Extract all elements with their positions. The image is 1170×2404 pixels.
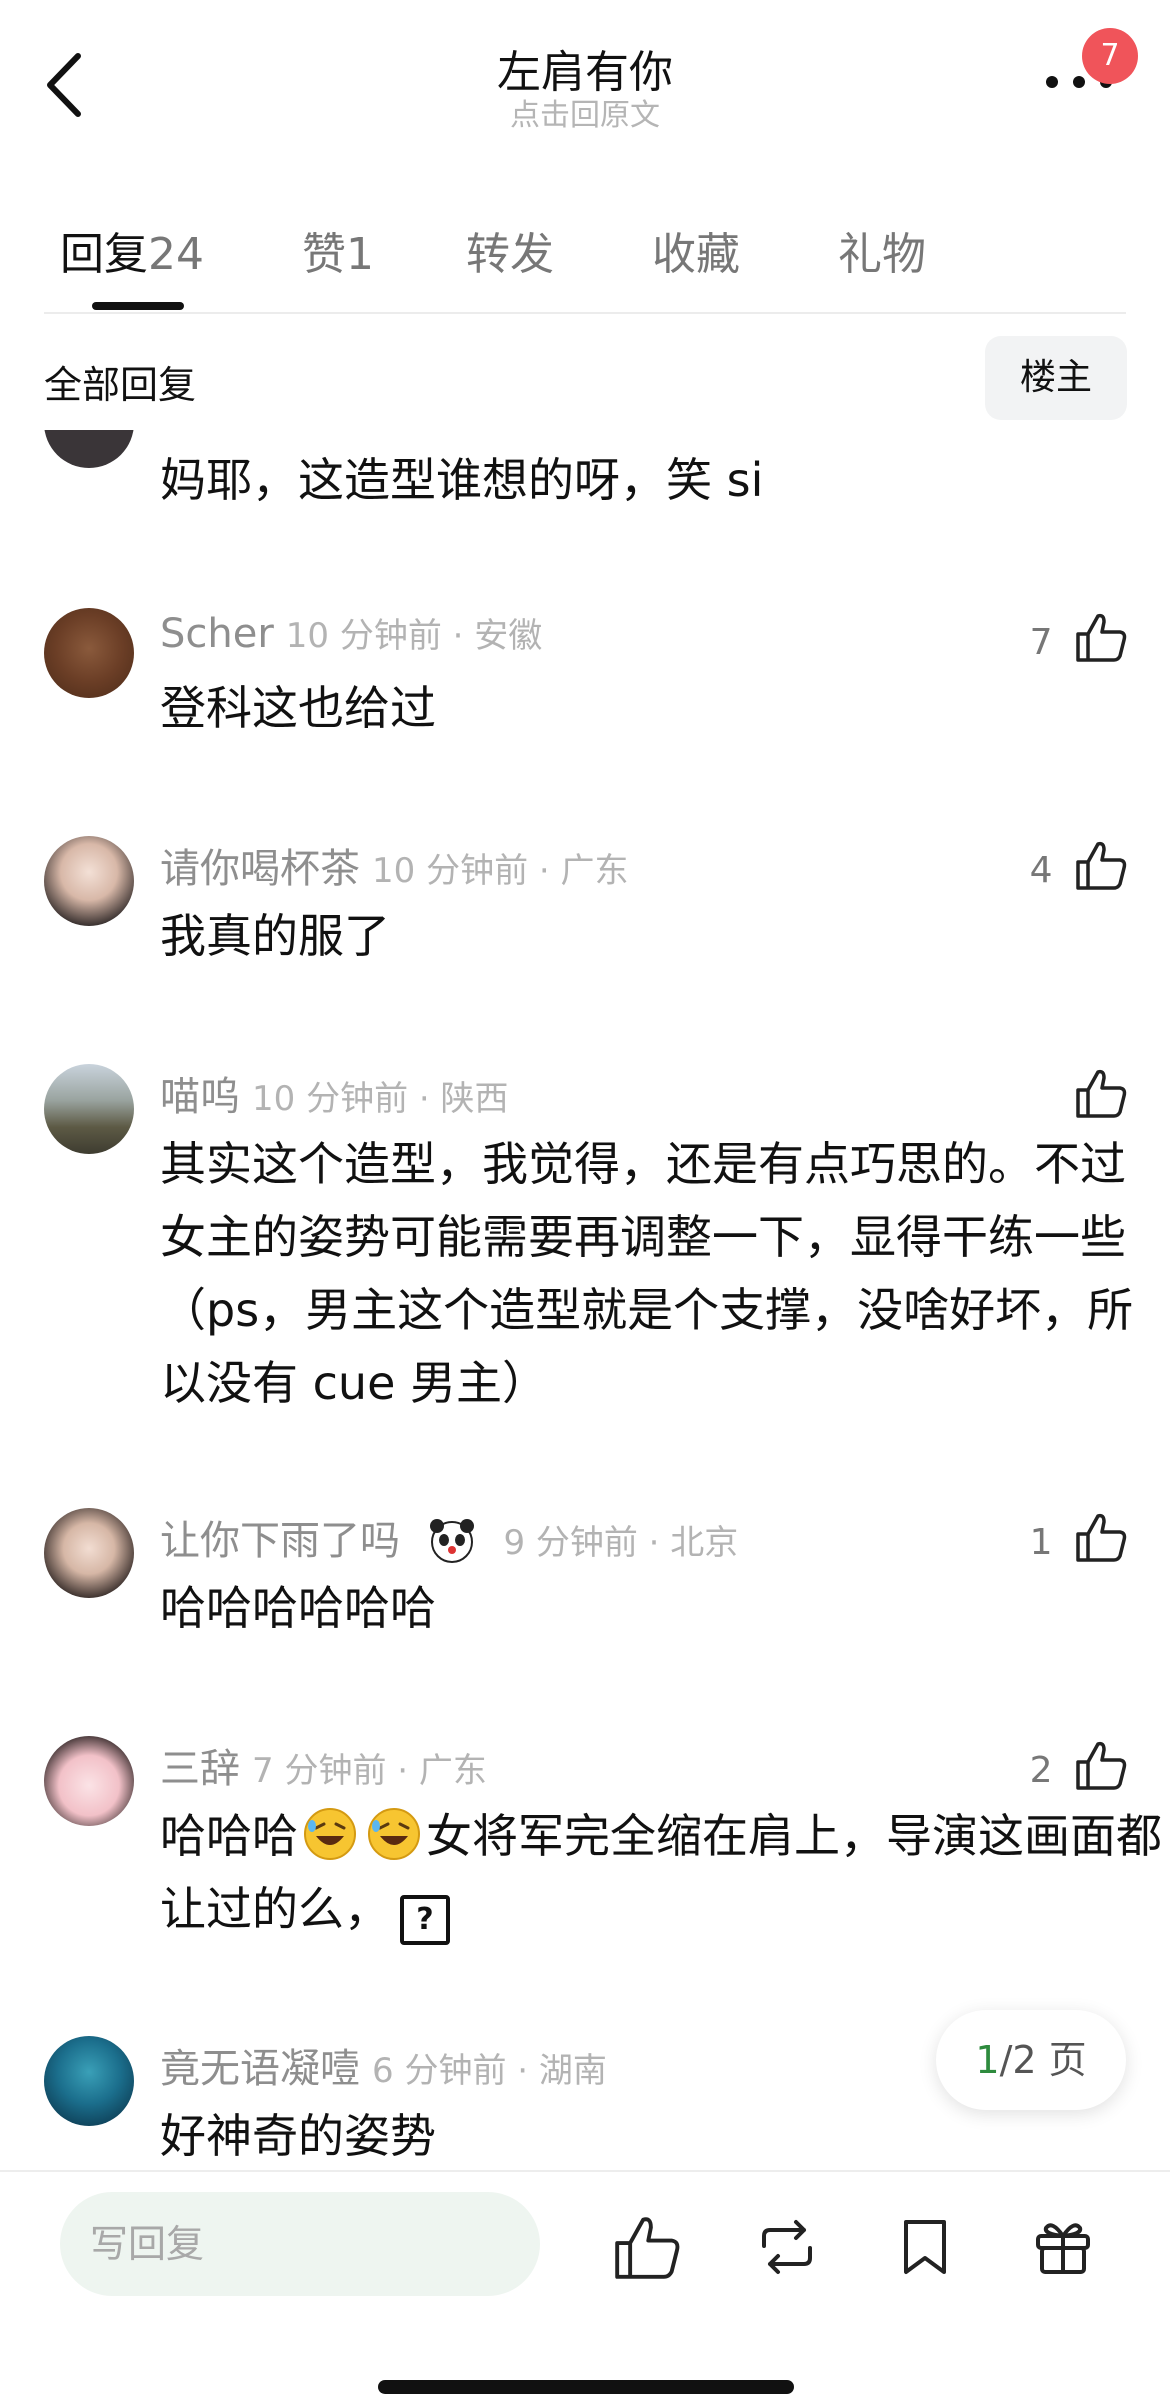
section-title: 全部回复 — [44, 363, 197, 407]
page-indicator-button[interactable]: 1/2 页 — [936, 2010, 1126, 2110]
rofl-emoji-icon — [304, 1808, 356, 1860]
bookmark-button[interactable] — [890, 2212, 960, 2282]
comment-meta: 三辞 7 分钟前 · 广东 — [160, 1736, 487, 1794]
thumbs-up-icon — [1076, 1069, 1127, 1118]
divider — [44, 312, 1126, 314]
divider — [0, 2170, 1170, 2172]
comment-text: 登科这也给过 — [160, 681, 436, 735]
comment-text-part: 哈哈哈 — [160, 1809, 298, 1863]
timestamp: 6 分钟前 · 湖南 — [372, 2051, 607, 2091]
back-to-original-link[interactable]: 点击回原文 — [0, 90, 1170, 134]
like-count: 2 — [1029, 1750, 1053, 1791]
timestamp: 9 分钟前 · 北京 — [503, 1523, 739, 1563]
like-count: 1 — [1029, 1522, 1053, 1563]
username[interactable]: 请你喝杯茶 — [160, 846, 360, 892]
panda-emoji-icon — [429, 1519, 474, 1563]
comment-meta: 请你喝杯茶 10 分钟前 · 广东 — [160, 836, 629, 894]
question-box-icon: ? — [400, 1895, 450, 1945]
username[interactable]: 三辞 — [160, 1746, 240, 1792]
home-indicator — [378, 2380, 794, 2394]
like-button[interactable]: 1 — [980, 1510, 1128, 1564]
tab-label: 礼物 — [838, 229, 926, 280]
thumbs-up-icon — [1076, 1741, 1127, 1790]
avatar[interactable] — [44, 1736, 134, 1826]
comment-meta: Scher 10 分钟前 · 安徽 — [160, 608, 542, 657]
current-page: 1 — [975, 2038, 1000, 2082]
tab-favorites[interactable]: 收藏 — [652, 218, 740, 282]
timestamp: 10 分钟前 · 广东 — [372, 851, 629, 891]
comment-text: 妈耶，这造型谁想的呀，笑 si — [160, 453, 764, 507]
comment-text: 哈哈哈哈哈哈 — [160, 1581, 436, 1635]
tab-count: 1 — [346, 229, 374, 280]
username[interactable]: 喵呜 — [160, 1074, 240, 1120]
tab-label: 转发 — [466, 229, 554, 280]
like-post-button[interactable] — [612, 2212, 682, 2282]
gift-icon — [1036, 2223, 1090, 2274]
like-count: 4 — [1029, 850, 1053, 891]
tab-label: 收藏 — [652, 229, 740, 280]
tab-label: 赞 — [302, 229, 346, 280]
avatar[interactable] — [44, 2036, 134, 2126]
avatar[interactable] — [44, 608, 134, 698]
avatar[interactable] — [44, 1064, 134, 1154]
repost-button[interactable] — [752, 2212, 822, 2282]
owner-filter-button[interactable]: 楼主 — [985, 336, 1127, 420]
tab-reposts[interactable]: 转发 — [466, 218, 554, 282]
thumbs-up-icon — [1076, 841, 1127, 890]
timestamp: 10 分钟前 · 陕西 — [252, 1079, 509, 1119]
comment-meta: 喵呜 10 分钟前 · 陕西 — [160, 1064, 509, 1122]
username[interactable]: Scher — [160, 611, 274, 657]
comment-text: 我真的服了 — [160, 909, 390, 963]
like-button[interactable]: 7 — [980, 610, 1128, 664]
rofl-emoji-icon — [368, 1808, 420, 1860]
avatar[interactable] — [44, 836, 134, 926]
like-button[interactable]: 2 — [980, 1738, 1128, 1792]
bookmark-icon — [904, 2220, 946, 2274]
reply-input[interactable]: 写回复 — [60, 2192, 540, 2296]
like-button[interactable]: 4 — [980, 838, 1128, 892]
comment-text: 其实这个造型，我觉得，还是有点巧思的。不过女主的姿势可能需要再调整一下，显得干练… — [160, 1137, 1134, 1410]
comment-meta: 竟无语凝噎 6 分钟前 · 湖南 — [160, 2036, 607, 2094]
tab-likes[interactable]: 赞1 — [302, 218, 374, 282]
like-count: 7 — [1029, 622, 1053, 663]
page-total: /2 页 — [999, 2038, 1087, 2082]
thumbs-up-icon — [1076, 1513, 1127, 1562]
thumbs-up-icon — [615, 2217, 680, 2279]
tab-gifts[interactable]: 礼物 — [838, 218, 926, 282]
tab-label: 回复 — [60, 229, 148, 280]
comment-text: 好神奇的姿势 — [160, 2109, 436, 2163]
comment-meta: 让你下雨了吗 9 分钟前 · 北京 — [160, 1508, 738, 1566]
avatar[interactable] — [44, 1508, 134, 1598]
tab-replies[interactable]: 回复24 — [60, 218, 204, 282]
comment-text: 哈哈哈 女将军完全缩在肩上，导演这画面都让过的么，? — [160, 1800, 1170, 1946]
active-tab-indicator — [92, 302, 184, 310]
like-button[interactable] — [980, 1066, 1128, 1120]
notification-badge: 7 — [1082, 28, 1138, 84]
username[interactable]: 竟无语凝噎 — [160, 2046, 360, 2092]
tab-count: 24 — [148, 229, 204, 280]
timestamp: 7 分钟前 · 广东 — [252, 1751, 487, 1791]
username[interactable]: 让你下雨了吗 — [160, 1518, 400, 1564]
thumbs-up-icon — [1076, 613, 1127, 662]
gift-button[interactable] — [1028, 2212, 1098, 2282]
timestamp: 10 分钟前 · 安徽 — [285, 616, 543, 656]
repost-icon — [762, 2220, 812, 2274]
